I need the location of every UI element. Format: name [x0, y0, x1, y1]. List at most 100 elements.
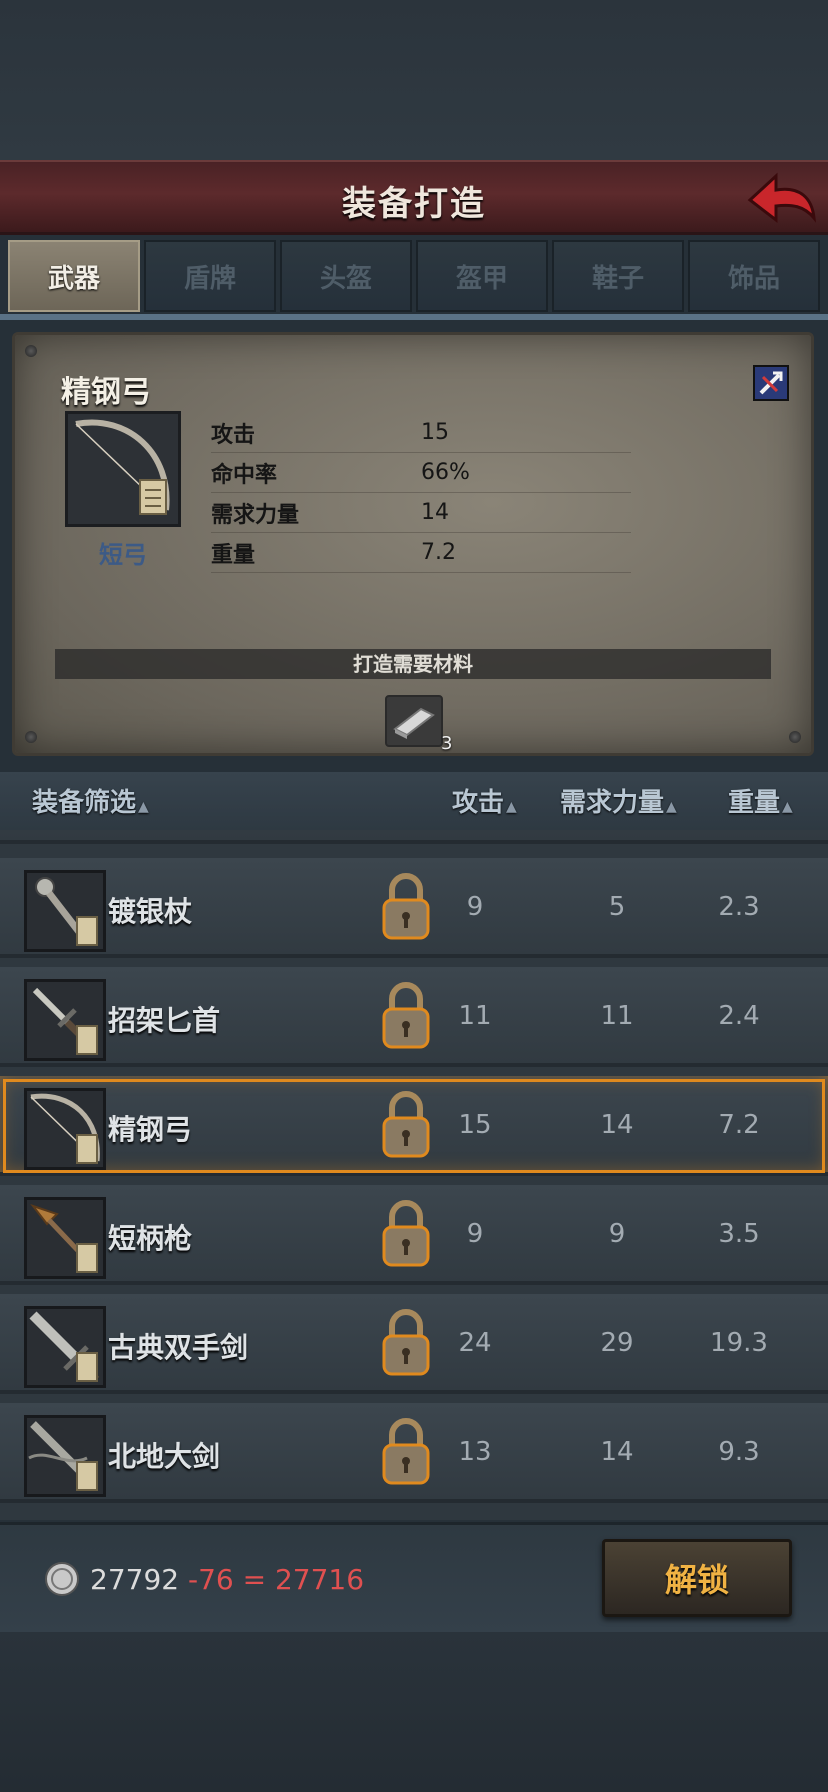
- list-header: 装备筛选 ▲ 攻击 ▲ 需求力量 ▲ 重量 ▲: [0, 772, 828, 830]
- tab-shoes[interactable]: 鞋子: [552, 240, 684, 312]
- table-row[interactable]: 古典双手剑 24 29 19.3: [0, 1294, 828, 1394]
- stat-value: 15: [421, 420, 449, 445]
- attack-value: 24: [458, 1328, 492, 1358]
- item-icon-frame: [24, 1197, 106, 1279]
- table-row[interactable]: 招架匕首 11 11 2.4: [0, 967, 828, 1067]
- strength-value: 14: [600, 1110, 634, 1140]
- tab-underline: [0, 314, 828, 320]
- strength-value: 11: [600, 1001, 634, 1031]
- sort-strength-label: 需求力量: [560, 788, 665, 818]
- item-name: 镀银杖: [108, 895, 193, 928]
- lock-icon: [382, 982, 430, 1049]
- nordic-sword-icon: [28, 1421, 98, 1491]
- stat-row: 命中率 66%: [211, 453, 631, 493]
- current-balance: 27792: [90, 1563, 180, 1596]
- stat-row: 重量 7.2: [211, 533, 631, 573]
- tab-accessories[interactable]: 饰品: [688, 240, 820, 312]
- sort-arrow-icon: ▲: [666, 799, 677, 815]
- back-arrow-icon[interactable]: [742, 168, 820, 226]
- filter-equipment-label: 装备筛选: [32, 788, 137, 818]
- item-name: 精钢弓: [108, 1113, 193, 1146]
- table-row[interactable]: 镀银杖 9 5 2.3: [0, 858, 828, 958]
- material-count: 3: [441, 733, 453, 754]
- top-background: [0, 0, 828, 160]
- item-name: 古典双手剑: [108, 1331, 249, 1364]
- weight-value: 19.3: [710, 1328, 768, 1358]
- stat-value: 14: [421, 500, 449, 525]
- stat-label: 命中率: [211, 462, 278, 488]
- footer-bar: 27792 -76 = 27716 解锁: [0, 1522, 828, 1635]
- sort-strength[interactable]: 需求力量 ▲: [560, 782, 677, 819]
- stat-value: 66%: [421, 460, 470, 485]
- greatsword-icon: [29, 1311, 100, 1382]
- table-row[interactable]: 北地大剑 13 14 9.3: [0, 1403, 828, 1503]
- filter-equipment[interactable]: 装备筛选 ▲: [32, 782, 149, 819]
- lock-icon: [382, 1091, 430, 1158]
- bottom-background: [0, 1632, 828, 1792]
- page-title: 装备打造: [342, 184, 486, 224]
- sort-attack-label: 攻击: [452, 788, 505, 818]
- category-tabs: 武器 盾牌 头盔 盔甲 鞋子 饰品: [8, 240, 820, 314]
- item-icon-frame: [24, 1415, 106, 1497]
- item-icon-frame: [65, 411, 181, 527]
- ingot-icon: [393, 707, 435, 739]
- tab-shields[interactable]: 盾牌: [144, 240, 276, 312]
- sort-weight[interactable]: 重量 ▲: [728, 782, 793, 819]
- bow-icon: [30, 1093, 100, 1164]
- lock-icon: [382, 1309, 430, 1376]
- lock-icon: [382, 873, 430, 940]
- tab-helmets[interactable]: 头盔: [280, 240, 412, 312]
- silver-coin-icon: [45, 1562, 79, 1596]
- staff-icon: [35, 877, 98, 946]
- item-name: 招架匕首: [108, 1004, 221, 1037]
- table-row-selected[interactable]: 精钢弓 15 14 7.2: [0, 1076, 828, 1176]
- lock-icon: [382, 1200, 430, 1267]
- tab-weapons[interactable]: 武器: [8, 240, 140, 312]
- lock-icon: [382, 1418, 430, 1485]
- item-detail-panel: 精钢弓 短弓 攻击 15 命中率 66% 需求力量 14 重量 7.2 打造需要…: [12, 332, 814, 756]
- attack-value: 13: [458, 1437, 492, 1467]
- stat-label: 攻击: [211, 422, 256, 448]
- stat-label: 重量: [211, 542, 256, 568]
- table-row[interactable]: [0, 830, 828, 844]
- item-icon-frame: [24, 1306, 106, 1388]
- sort-arrow-icon: ▲: [138, 799, 149, 815]
- item-icon-frame: [24, 1088, 106, 1170]
- item-name: 精钢弓: [61, 375, 151, 410]
- materials-title: 打造需要材料: [55, 649, 771, 679]
- item-name: 短柄枪: [108, 1222, 193, 1255]
- balance-text: 27792 -76 = 27716: [90, 1563, 364, 1596]
- attack-value: 9: [466, 892, 484, 922]
- header-bar: 装备打造: [0, 160, 828, 235]
- tab-armor[interactable]: 盔甲: [416, 240, 548, 312]
- item-icon-frame: [24, 870, 106, 952]
- stats-table: 攻击 15 命中率 66% 需求力量 14 重量 7.2: [211, 413, 631, 573]
- bow-icon: [75, 419, 170, 515]
- rivet: [789, 731, 801, 743]
- table-row[interactable]: 短柄枪 9 9 3.5: [0, 1185, 828, 1285]
- weight-value: 2.4: [718, 1001, 760, 1031]
- dagger-icon: [32, 987, 98, 1055]
- unlock-button[interactable]: 解锁: [602, 1539, 792, 1617]
- spear-icon: [30, 1204, 98, 1273]
- rivet: [25, 345, 37, 357]
- attack-value: 15: [458, 1110, 492, 1140]
- item-type: 短弓: [99, 541, 147, 569]
- dismantle-icon[interactable]: [753, 365, 789, 401]
- strength-value: 5: [608, 892, 626, 922]
- item-icon-frame: [24, 979, 106, 1061]
- strength-value: 14: [600, 1437, 634, 1467]
- cost-equation: -76 = 27716: [179, 1563, 365, 1596]
- sort-weight-label: 重量: [728, 788, 781, 818]
- rivet: [25, 731, 37, 743]
- material-slot[interactable]: [385, 695, 443, 747]
- strength-value: 29: [600, 1328, 634, 1358]
- stat-row: 需求力量 14: [211, 493, 631, 533]
- sort-attack[interactable]: 攻击 ▲: [452, 782, 517, 819]
- stat-label: 需求力量: [211, 502, 300, 528]
- strength-value: 9: [608, 1219, 626, 1249]
- sort-arrow-icon: ▲: [782, 799, 793, 815]
- stat-value: 7.2: [421, 540, 456, 565]
- equipment-list[interactable]: 镀银杖 9 5 2.3 招架匕首 11 11 2.4 精钢弓 15 14 7.2…: [0, 830, 828, 1520]
- item-name: 北地大剑: [108, 1440, 221, 1473]
